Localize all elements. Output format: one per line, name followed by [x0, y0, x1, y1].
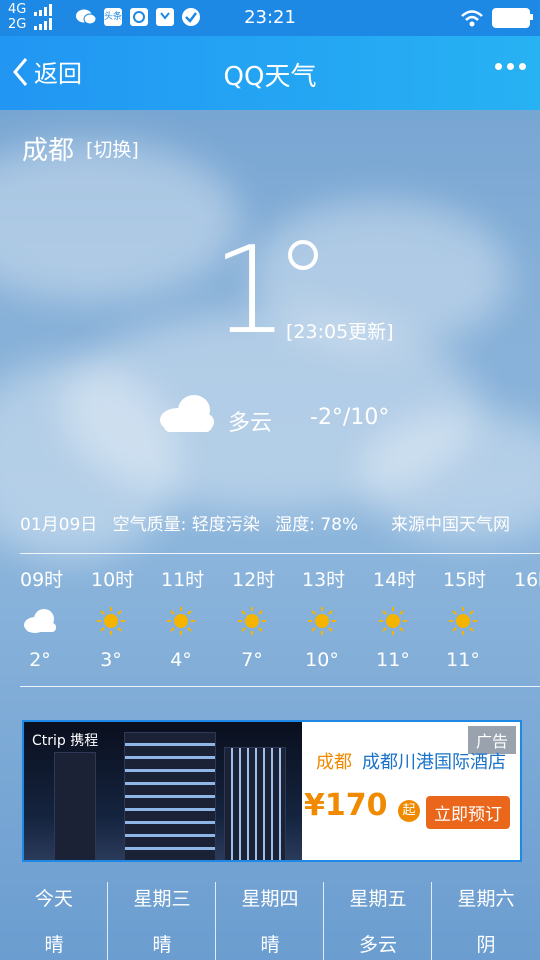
- ad-price-suffix: 起: [398, 800, 420, 822]
- data-source: 来源中国天气网: [391, 515, 510, 535]
- clock: 23:21: [244, 7, 296, 28]
- forecast-day[interactable]: 星期三晴: [108, 878, 216, 960]
- forecast-day[interactable]: 星期五 多云: [324, 878, 432, 960]
- current-temperature: 1: [212, 222, 289, 361]
- info-row: 01月09日 空气质量: 轻度污染 湿度: 78% 来源中国天气网: [20, 510, 520, 535]
- more-menu-button[interactable]: [495, 63, 526, 70]
- sun-icon: [308, 607, 336, 635]
- temperature-range: -2°/10°: [310, 405, 390, 430]
- cloud-icon: [160, 395, 214, 432]
- humidity: 湿度: 78%: [275, 515, 359, 535]
- hour-item: 16时 11: [514, 565, 540, 592]
- sun-icon: [379, 607, 407, 635]
- sun-icon: [449, 607, 477, 635]
- hour-item: 09时 2°: [20, 569, 64, 671]
- sun-icon: [167, 607, 195, 635]
- city-name: 成都: [22, 136, 75, 166]
- degree-icon: [288, 240, 318, 270]
- ad-price: ¥170: [304, 788, 388, 823]
- switch-city-button[interactable]: [切换]: [86, 135, 139, 162]
- update-time: [23:05更新]: [286, 321, 394, 343]
- book-now-button[interactable]: 立即预订: [426, 796, 510, 829]
- air-quality: 空气质量: 轻度污染: [112, 515, 260, 535]
- sun-icon: [238, 607, 266, 635]
- weather-condition: 多云: [228, 411, 273, 436]
- forecast-day[interactable]: 今天晴: [0, 878, 108, 960]
- more-dots-icon: [495, 63, 502, 70]
- divider: [20, 686, 540, 687]
- battery-icon: [492, 8, 533, 28]
- hour-item: 10时 3°: [91, 569, 135, 671]
- hour-item: 12时 7°: [232, 569, 276, 671]
- nav-bar: 返回 QQ天气: [0, 36, 540, 110]
- ad-hotel-name: 成都川港国际酒店: [362, 752, 506, 773]
- cloud-icon: [24, 609, 56, 633]
- hotel-image: Ctrip 携程: [24, 722, 302, 860]
- hour-item: 13时 10°: [302, 569, 346, 671]
- hour-item: 11时 4°: [161, 569, 205, 671]
- daily-forecast: 今天晴 星期三晴 星期四晴 星期五 多云 星期六阴: [0, 878, 540, 960]
- hourly-forecast[interactable]: 09时 2° 10时 3° 11时 4° 12时 7° 13时 10° 14时 …: [20, 565, 540, 680]
- ad-city: 成都: [316, 752, 352, 773]
- sun-icon: [97, 607, 125, 635]
- divider: [20, 553, 540, 554]
- date: 01月09日: [20, 515, 98, 535]
- status-bar: 4G 2G 头条 23:21: [0, 0, 540, 36]
- wifi-icon: [461, 10, 483, 27]
- hour-item: 14时 11°: [373, 569, 417, 671]
- forecast-day[interactable]: 星期六阴: [432, 878, 540, 960]
- forecast-day[interactable]: 星期四晴: [216, 878, 324, 960]
- hour-item: 15时 11°: [443, 569, 487, 671]
- ctrip-logo: Ctrip 携程: [32, 733, 99, 749]
- page-title: QQ天气: [223, 62, 317, 92]
- ad-banner[interactable]: Ctrip 携程 广告 成都 成都川港国际酒店 ¥170 起 立即预订: [22, 720, 522, 862]
